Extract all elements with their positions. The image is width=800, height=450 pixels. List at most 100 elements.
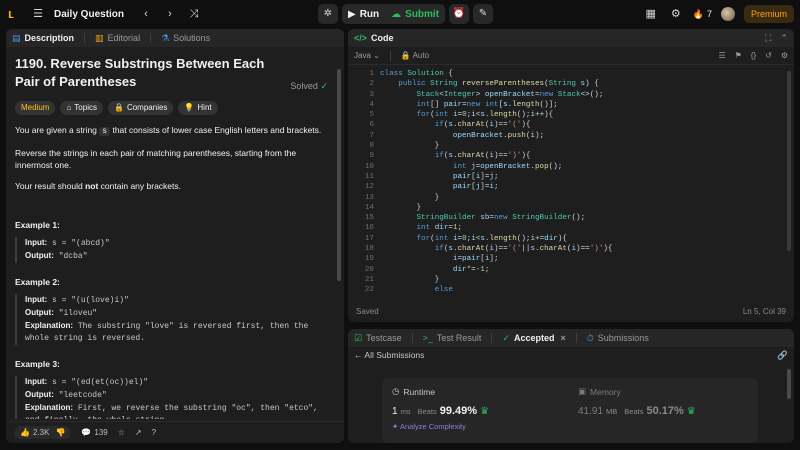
tab-accepted[interactable]: ✓ Accepted × bbox=[502, 333, 565, 344]
hint-label: Hint bbox=[197, 103, 212, 112]
mode-value: Auto bbox=[412, 51, 430, 60]
tab-divider bbox=[411, 333, 413, 343]
tab-divider bbox=[491, 333, 493, 343]
shuffle-icon[interactable]: ⤨ bbox=[186, 6, 202, 22]
tab-divider bbox=[150, 33, 152, 43]
problem-statement-1: You are given a string s that consists o… bbox=[15, 124, 335, 138]
share-icon: ↗ bbox=[134, 428, 142, 437]
dislike-button[interactable]: 👎 bbox=[55, 428, 65, 437]
tab-description-label: Description bbox=[24, 33, 75, 43]
book-icon: ▥ bbox=[95, 32, 104, 43]
statement-text: You are given a string bbox=[15, 125, 100, 135]
link-icon[interactable]: 🔗 bbox=[777, 350, 788, 361]
example-input: s = "(abcd)" bbox=[52, 239, 110, 248]
share-button[interactable]: ↗ bbox=[135, 428, 142, 437]
output-label: Output: bbox=[25, 251, 54, 260]
tab-testcase[interactable]: ☑ Testcase bbox=[354, 333, 402, 344]
line-number: 3 bbox=[369, 90, 374, 99]
lightbulb-icon: 💡 bbox=[184, 103, 195, 112]
editor-settings-icon[interactable]: ⚙ bbox=[781, 51, 788, 60]
line-number: 22 bbox=[364, 286, 374, 295]
code-panel-header: </> Code ⛶ ⌃ bbox=[348, 29, 794, 47]
result-tabs: ☑ Testcase >_ Test Result ✓ Accepted × ⏱ Subm… bbox=[348, 329, 794, 347]
code-line: i=pair[i]; bbox=[452, 255, 499, 264]
reset-icon[interactable]: ↺ bbox=[765, 51, 772, 60]
code-line: int dir=1; bbox=[416, 224, 463, 233]
code-line: if(s.charAt(i)==')'){ bbox=[434, 152, 531, 161]
example-box: Input: s = "(abcd)" Output: "dcba" bbox=[15, 237, 335, 263]
code-editor[interactable]: 1 2 3 4 5 6 7 8 9 10 11 12 13 14 15 16 17 18 19 20 21 22 clas… bbox=[348, 65, 794, 301]
runtime-stat[interactable]: ◷ Runtime 1 ms Beats 99.49% ♛ ✦ Analyze C… bbox=[392, 386, 489, 431]
tab-accepted-label: Accepted bbox=[513, 333, 555, 343]
example-output: "dcba" bbox=[58, 252, 88, 261]
runtime-unit: ms bbox=[400, 407, 411, 416]
avatar[interactable] bbox=[720, 7, 735, 21]
runtime-beats-value: 99.49% bbox=[439, 405, 478, 417]
line-number: 15 bbox=[364, 214, 374, 223]
description-scrollbar[interactable] bbox=[337, 69, 341, 281]
code-toolbar: Java ⌄ 🔒 Auto ☰ ⚑ {} ↺ ⚙ bbox=[348, 47, 794, 65]
question-title[interactable]: 1190. Reverse Substrings Between Each Pa… bbox=[15, 55, 275, 91]
code-line: } bbox=[380, 193, 440, 202]
expand-icon[interactable]: ⛶ bbox=[765, 33, 771, 44]
memory-unit: MB bbox=[606, 407, 618, 416]
statement-text: that consists of lower case English lett… bbox=[110, 125, 322, 135]
memory-values: 41.91 MB Beats 50.17% ♛ bbox=[578, 405, 696, 417]
submit-button[interactable]: ☁ Submit bbox=[385, 4, 445, 24]
memory-stat[interactable]: ▣ Memory 41.91 MB Beats 50.17% ♛ bbox=[578, 386, 696, 417]
tab-solutions[interactable]: ⚗ Solutions bbox=[161, 33, 210, 44]
tab-editorial[interactable]: ▥ Editorial bbox=[95, 33, 140, 44]
code-scrollbar[interactable] bbox=[787, 71, 791, 251]
collapse-icon[interactable]: ⌃ bbox=[780, 33, 788, 44]
line-number: 4 bbox=[369, 100, 374, 109]
result-scrollbar[interactable] bbox=[787, 369, 791, 399]
timer-icon[interactable]: ⏰ bbox=[449, 4, 470, 24]
tab-submissions[interactable]: ⏱ Submissions bbox=[587, 333, 649, 344]
premium-button[interactable]: Premium bbox=[743, 5, 794, 23]
tab-code[interactable]: </> Code bbox=[354, 33, 394, 43]
close-icon[interactable]: × bbox=[560, 333, 565, 343]
all-submissions-link[interactable]: ← All Submissions bbox=[354, 350, 424, 360]
companies-button[interactable]: 🔒 Companies bbox=[107, 101, 174, 115]
code-lines[interactable]: class Solution { public String reversePa… bbox=[380, 69, 613, 296]
code-line: else bbox=[434, 286, 453, 295]
language-value: Java bbox=[354, 51, 371, 60]
terminal-icon: >_ bbox=[422, 333, 433, 343]
help-button[interactable]: ? bbox=[152, 428, 156, 437]
streak-counter[interactable]: 🔥 7 bbox=[693, 9, 712, 20]
line-number: 14 bbox=[364, 203, 374, 212]
daily-question-title[interactable]: Daily Question bbox=[54, 9, 124, 20]
language-select[interactable]: Java ⌄ bbox=[354, 51, 380, 60]
top-navbar: ʟ ☰ Daily Question ‹ › ⤨ ✲ ▶ Run ☁ Submit … bbox=[0, 0, 800, 28]
notes-icon[interactable]: ✎ bbox=[473, 4, 494, 24]
description-panel: ▤ Description ▥ Editorial ⚗ Solutions 1190.… bbox=[6, 29, 344, 443]
topics-button[interactable]: ⌂ Topics bbox=[60, 101, 103, 115]
favorite-button[interactable]: ☆ bbox=[118, 428, 125, 437]
solved-status: Solved ✓ bbox=[290, 81, 328, 92]
debug-icon[interactable]: ✲ bbox=[318, 4, 338, 24]
mode-select[interactable]: 🔒 Auto bbox=[401, 51, 429, 60]
layout-grid-icon[interactable]: ▦ bbox=[643, 6, 659, 22]
code-line: public String reverseParentheses(String … bbox=[398, 80, 599, 89]
prev-question-icon[interactable]: ‹ bbox=[138, 6, 154, 22]
next-question-icon[interactable]: › bbox=[162, 6, 178, 22]
comments-button[interactable]: 💬 139 bbox=[81, 428, 107, 437]
run-button[interactable]: ▶ Run bbox=[342, 4, 385, 24]
statement-text: Your result should bbox=[15, 181, 86, 191]
analyze-complexity-link[interactable]: ✦ Analyze Complexity bbox=[392, 422, 489, 431]
like-button[interactable]: 👍 2.3K bbox=[20, 428, 49, 437]
braces-icon[interactable]: {} bbox=[751, 51, 756, 60]
leetcode-logo-icon[interactable]: ʟ bbox=[8, 6, 22, 22]
settings-gear-icon[interactable]: ⚙ bbox=[668, 6, 684, 22]
code-line: StringBuilder sb=new StringBuilder(); bbox=[416, 214, 586, 223]
tab-test-result[interactable]: >_ Test Result bbox=[423, 333, 482, 343]
problem-list-icon[interactable]: ☰ bbox=[30, 6, 46, 22]
statement-bold: not bbox=[85, 181, 99, 191]
bookmark-icon[interactable]: ⚑ bbox=[735, 51, 742, 60]
note-icon[interactable]: ☰ bbox=[718, 51, 725, 60]
line-number: 17 bbox=[364, 234, 374, 243]
tab-description[interactable]: ▤ Description bbox=[12, 33, 74, 44]
submissions-subbar: ← All Submissions 🔗 bbox=[348, 347, 794, 363]
hint-button[interactable]: 💡 Hint bbox=[178, 101, 218, 115]
streak-count: 7 bbox=[706, 9, 712, 19]
